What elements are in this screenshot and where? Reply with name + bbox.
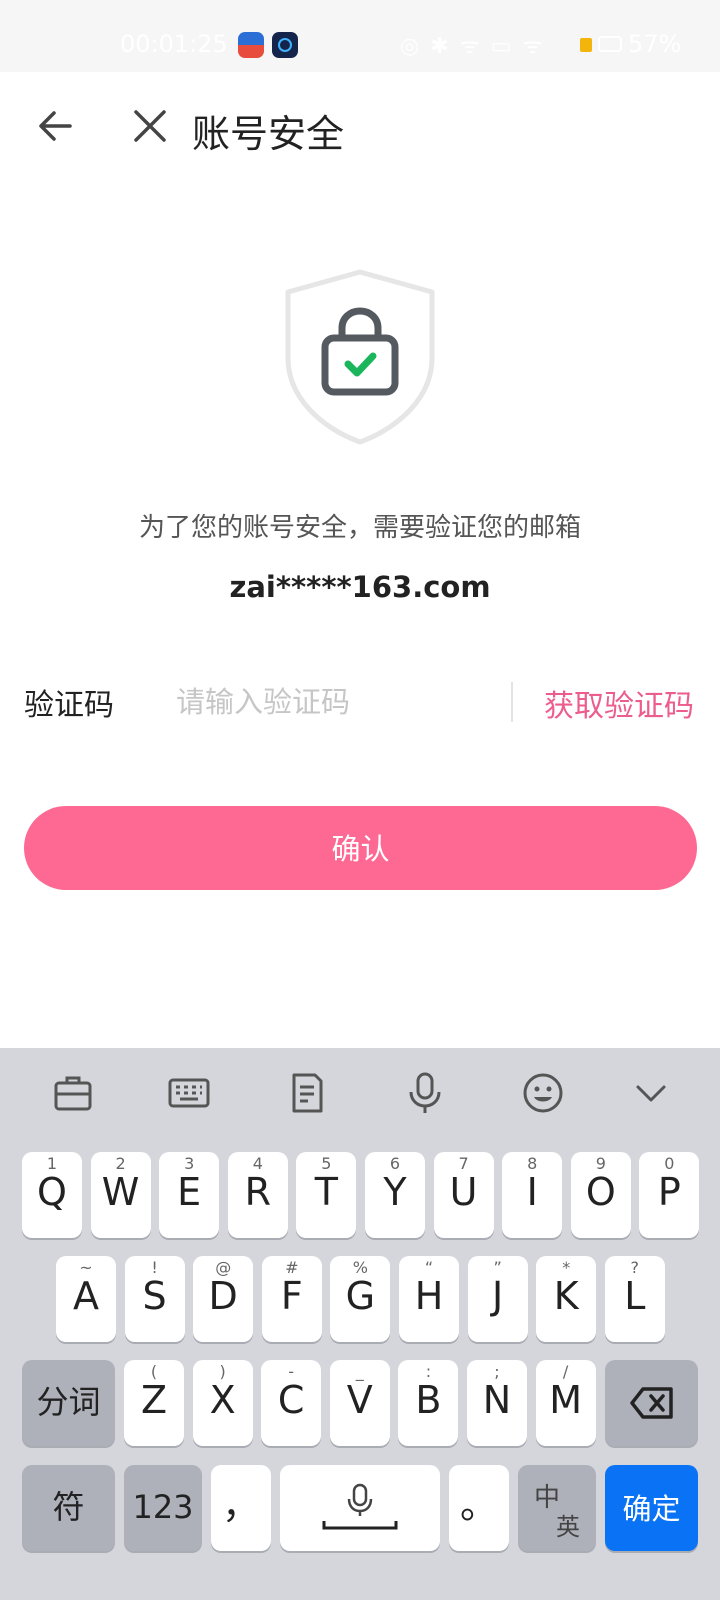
key-label: W	[101, 1170, 140, 1214]
segment-key[interactable]: 分词	[22, 1360, 115, 1446]
number-key-label: 123	[132, 1488, 194, 1526]
key-i[interactable]: 8I	[502, 1152, 563, 1238]
key-label: F	[280, 1274, 303, 1318]
page-title: 账号安全	[192, 112, 345, 156]
key-label: Y	[383, 1170, 407, 1214]
key-label: G	[345, 1274, 376, 1318]
keyboard-icon[interactable]	[166, 1070, 212, 1116]
code-input[interactable]	[176, 680, 476, 724]
comma-key-label: ，	[221, 1483, 260, 1527]
segment-key-label: 分词	[36, 1383, 101, 1421]
key-x[interactable]: ) X	[192, 1360, 253, 1446]
key-m[interactable]: / M	[535, 1360, 596, 1446]
key-w[interactable]: 2W	[90, 1152, 151, 1238]
close-icon	[134, 110, 166, 142]
chevron-down-icon[interactable]	[628, 1070, 674, 1116]
backspace-icon	[630, 1387, 673, 1419]
key-label: K	[553, 1274, 579, 1318]
key-label: Q	[37, 1170, 67, 1214]
key-label: P	[657, 1170, 681, 1214]
status-indicators: ◎ ✱ ᯤ ▭ ᯤ	[400, 34, 545, 59]
key-r[interactable]: 4R	[227, 1152, 288, 1238]
soft-keyboard: 1 Q 2 W 3 E 4 R 5 T 6 Y 7 U 8 I 9 O 0 P ~ A! S @ D # F% G “H” J * K? L (Z…	[0, 1048, 720, 1600]
microphone-icon[interactable]	[402, 1070, 448, 1116]
status-bar: 00:01:25 ◎ ✱ ᯤ ▭ ᯤ 57%	[0, 0, 720, 72]
verification-description: 为了您的账号安全，需要验证您的邮箱	[138, 513, 581, 543]
key-label: L	[624, 1274, 646, 1318]
key-label: J	[491, 1274, 504, 1318]
symbol-key[interactable]: 符	[22, 1465, 115, 1551]
key-u[interactable]: 7U	[433, 1152, 494, 1238]
backspace-key[interactable]	[605, 1360, 698, 1446]
key-label: H	[414, 1274, 444, 1318]
key-o[interactable]: 9O	[570, 1152, 631, 1238]
key-label: O	[585, 1170, 616, 1214]
period-key[interactable]: 。	[449, 1465, 509, 1551]
divider	[511, 682, 513, 722]
privacy-dot-icon	[580, 38, 592, 52]
key-a[interactable]: ~ A	[56, 1256, 116, 1342]
key-j[interactable]: ” J	[467, 1256, 528, 1342]
status-time: 00:01:25	[120, 30, 228, 58]
key-n[interactable]: ; N	[467, 1360, 527, 1446]
notification-app-icon-2	[272, 32, 298, 58]
key-p[interactable]: 0P	[639, 1152, 700, 1238]
key-label: M	[549, 1378, 582, 1422]
key-l[interactable]: ? L	[604, 1256, 665, 1342]
key-g[interactable]: % G	[330, 1256, 391, 1342]
key-q[interactable]: 1Q	[22, 1152, 82, 1238]
key-b[interactable]: :B	[398, 1360, 459, 1446]
back-button[interactable]	[34, 104, 78, 148]
battery-icon	[598, 36, 622, 52]
key-label: A	[73, 1274, 99, 1318]
key-t[interactable]: 5T	[296, 1152, 357, 1238]
arrow-left-icon	[39, 111, 72, 141]
key-label: S	[142, 1274, 167, 1318]
get-code-button[interactable]: 获取验证码	[544, 681, 694, 725]
shield-lock-icon	[285, 269, 435, 445]
emoji-icon[interactable]	[520, 1070, 566, 1116]
key-e[interactable]: 3E	[159, 1152, 220, 1238]
key-label: N	[482, 1378, 512, 1422]
number-key[interactable]: 123	[124, 1465, 202, 1551]
confirm-button[interactable]: 确认	[24, 806, 697, 890]
key-label: Z	[140, 1378, 168, 1422]
comma-key[interactable]: ，	[211, 1465, 271, 1551]
notification-app-icon	[238, 32, 264, 58]
toolbox-icon[interactable]	[50, 1070, 96, 1116]
close-button[interactable]	[128, 104, 172, 148]
key-k[interactable]: * K	[536, 1256, 597, 1342]
microphone-icon	[322, 1483, 398, 1530]
key-label: B	[415, 1378, 442, 1422]
key-label: T	[314, 1170, 338, 1214]
key-c[interactable]: -C	[261, 1360, 322, 1446]
battery-percent: 57%	[628, 30, 682, 58]
key-f[interactable]: # F	[261, 1256, 322, 1342]
code-label: 验证码	[24, 688, 114, 723]
key-label: C	[277, 1378, 305, 1422]
key-z[interactable]: (Z	[124, 1360, 184, 1446]
period-key-label: 。	[459, 1483, 498, 1527]
key-y[interactable]: 6Y	[365, 1152, 425, 1238]
symbol-key-label: 符	[52, 1488, 85, 1526]
key-v[interactable]: _ V	[329, 1360, 390, 1446]
key-label: X	[209, 1378, 236, 1422]
clipboard-icon[interactable]	[284, 1070, 330, 1116]
enter-key-label: 确定	[622, 1492, 681, 1526]
masked-email: zai*****163.com	[229, 570, 491, 604]
key-s[interactable]: ! S	[124, 1256, 185, 1342]
space-key[interactable]	[280, 1465, 440, 1551]
language-switch-key[interactable]: 中 英	[518, 1465, 596, 1551]
enter-key[interactable]: 确定	[605, 1465, 698, 1551]
key-h[interactable]: “H	[399, 1256, 459, 1342]
key-label: V	[346, 1378, 373, 1422]
lang-bottom-label: 英	[556, 1513, 580, 1541]
key-label: I	[526, 1170, 538, 1214]
key-d[interactable]: @ D	[193, 1256, 254, 1342]
key-label: D	[208, 1274, 238, 1318]
key-label: E	[177, 1170, 202, 1214]
key-label: U	[449, 1170, 478, 1214]
key-label: R	[244, 1170, 271, 1214]
